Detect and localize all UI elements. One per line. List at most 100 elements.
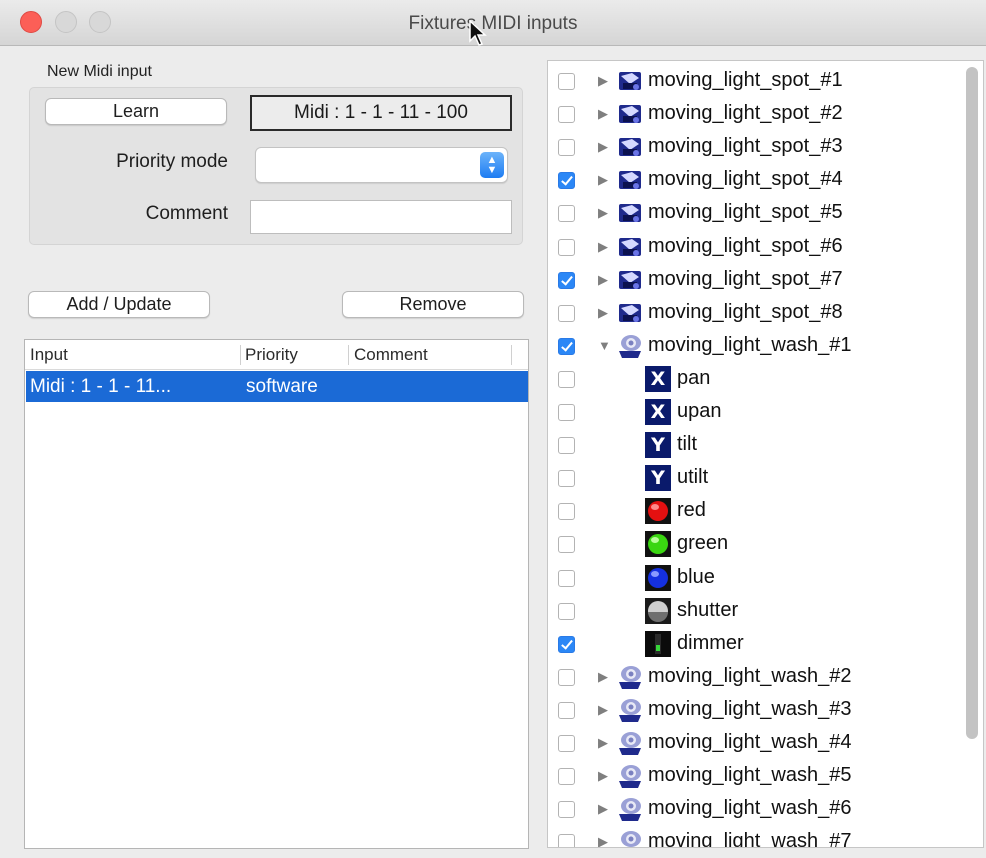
row-checkbox[interactable] [558,536,575,554]
disclosure-expanded-icon[interactable]: ▼ [598,338,611,353]
tree-fixture-row[interactable]: ▶ moving_light_spot_#7 [548,264,958,297]
row-checkbox[interactable] [558,337,575,355]
tree-fixture-row[interactable]: ▼ moving_light_wash_#1 [548,330,958,363]
row-checkbox[interactable] [558,602,575,620]
add-update-button[interactable]: Add / Update [28,291,210,318]
row-checkbox[interactable] [558,834,575,847]
tree-channel-row[interactable]: Yutilt [548,462,958,495]
disclosure-collapsed-icon[interactable]: ▶ [598,735,608,751]
spot-fixture-icon [616,200,644,226]
tree-fixture-row[interactable]: ▶ moving_light_wash_#7 [548,826,958,848]
tilt-channel-icon: Y [645,432,671,459]
tree-row-label: moving_light_wash_#3 [648,697,852,720]
tree-channel-row[interactable]: green [548,528,958,561]
column-header-input[interactable]: Input [30,345,68,365]
table-row[interactable]: Midi : 1 - 1 - 11... software [26,371,528,402]
tree-channel-row[interactable]: shutter [548,595,958,628]
priority-mode-select[interactable]: ▲ ▼ [255,147,508,183]
fixture-tree[interactable]: ▶ moving_light_spot_#1 ▶ moving_light_spot_… [547,60,984,848]
disclosure-collapsed-icon[interactable]: ▶ [598,768,608,784]
tree-fixture-row[interactable]: ▶ moving_light_wash_#2 [548,661,958,694]
row-checkbox[interactable] [558,172,575,190]
tree-channel-row[interactable]: dimmer [548,628,958,661]
spot-fixture-icon [616,68,644,94]
row-checkbox[interactable] [558,304,575,322]
wash-fixture-icon [616,829,644,847]
row-checkbox[interactable] [558,139,575,157]
tree-channel-row[interactable]: red [548,495,958,528]
disclosure-collapsed-icon[interactable]: ▶ [598,702,608,718]
wash-fixture-icon [616,697,644,723]
learn-button[interactable]: Learn [45,98,227,125]
column-header-priority[interactable]: Priority [245,345,298,365]
tree-fixture-row[interactable]: ▶ moving_light_spot_#4 [548,164,958,197]
tree-fixture-row[interactable]: ▶ moving_light_spot_#2 [548,98,958,131]
tree-row-label: blue [677,565,715,588]
disclosure-collapsed-icon[interactable]: ▶ [598,834,608,847]
tree-row-label: moving_light_wash_#7 [648,830,852,848]
disclosure-collapsed-icon[interactable]: ▶ [598,139,608,155]
tree-fixture-row[interactable]: ▶ moving_light_spot_#5 [548,197,958,230]
tree-fixture-row[interactable]: ▶ moving_light_wash_#3 [548,694,958,727]
vertical-scrollbar[interactable] [966,67,978,739]
disclosure-collapsed-icon[interactable]: ▶ [598,106,608,122]
blue-channel-icon [645,564,671,591]
utilt-channel-icon: Y [645,465,671,492]
row-checkbox[interactable] [558,205,575,223]
row-checkbox[interactable] [558,470,575,488]
cell-priority: software [246,376,318,397]
tree-row-label: moving_light_wash_#2 [648,664,852,687]
disclosure-collapsed-icon[interactable]: ▶ [598,801,608,817]
disclosure-collapsed-icon[interactable]: ▶ [598,73,608,89]
tree-fixture-row[interactable]: ▶ moving_light_spot_#1 [548,65,958,98]
shutter-channel-icon [645,597,671,624]
tree-fixture-row[interactable]: ▶ moving_light_wash_#6 [548,793,958,826]
new-input-group-label: New Midi input [47,63,152,80]
tree-channel-row[interactable]: blue [548,562,958,595]
tree-fixture-row[interactable]: ▶ moving_light_wash_#5 [548,760,958,793]
column-header-comment[interactable]: Comment [354,345,428,365]
spot-fixture-icon [616,300,644,326]
tree-row-label: pan [677,366,711,389]
row-checkbox[interactable] [558,668,575,686]
tree-row-label: moving_light_spot_#2 [648,102,843,125]
row-checkbox[interactable] [558,106,575,124]
wash-fixture-icon [616,796,644,822]
row-checkbox[interactable] [558,635,575,653]
row-checkbox[interactable] [558,701,575,719]
row-checkbox[interactable] [558,801,575,819]
tree-channel-row[interactable]: Ytilt [548,429,958,462]
row-checkbox[interactable] [558,569,575,587]
column-divider [511,345,512,365]
comment-input[interactable] [250,200,512,234]
tree-fixture-row[interactable]: ▶ moving_light_wash_#4 [548,727,958,760]
tree-fixture-row[interactable]: ▶ moving_light_spot_#8 [548,297,958,330]
row-checkbox[interactable] [558,503,575,521]
tree-fixture-row[interactable]: ▶ moving_light_spot_#6 [548,231,958,264]
cell-input: Midi : 1 - 1 - 11... [30,376,172,397]
comment-label: Comment [145,203,228,224]
row-checkbox[interactable] [558,768,575,786]
row-checkbox[interactable] [558,73,575,90]
remove-button[interactable]: Remove [342,291,524,318]
tree-fixture-row[interactable]: ▶ moving_light_spot_#3 [548,131,958,164]
row-checkbox[interactable] [558,735,575,752]
disclosure-collapsed-icon[interactable]: ▶ [598,239,608,255]
tree-row-label: dimmer [677,631,744,654]
tree-row-label: moving_light_spot_#3 [648,135,843,158]
tree-channel-row[interactable]: Xpan [548,363,958,396]
disclosure-collapsed-icon[interactable]: ▶ [598,669,608,685]
disclosure-collapsed-icon[interactable]: ▶ [598,205,608,221]
row-checkbox[interactable] [558,271,575,289]
tree-channel-row[interactable]: Xupan [548,396,958,429]
midi-input-table[interactable]: Input Priority Comment Midi : 1 - 1 - 11… [24,339,529,849]
row-checkbox[interactable] [558,404,575,421]
disclosure-collapsed-icon[interactable]: ▶ [598,272,608,288]
row-checkbox[interactable] [558,370,575,388]
row-checkbox[interactable] [558,238,575,256]
row-checkbox[interactable] [558,437,575,455]
green-channel-icon [645,531,671,558]
disclosure-collapsed-icon[interactable]: ▶ [598,305,608,321]
table-header: Input Priority Comment [25,340,528,370]
disclosure-collapsed-icon[interactable]: ▶ [598,172,608,188]
